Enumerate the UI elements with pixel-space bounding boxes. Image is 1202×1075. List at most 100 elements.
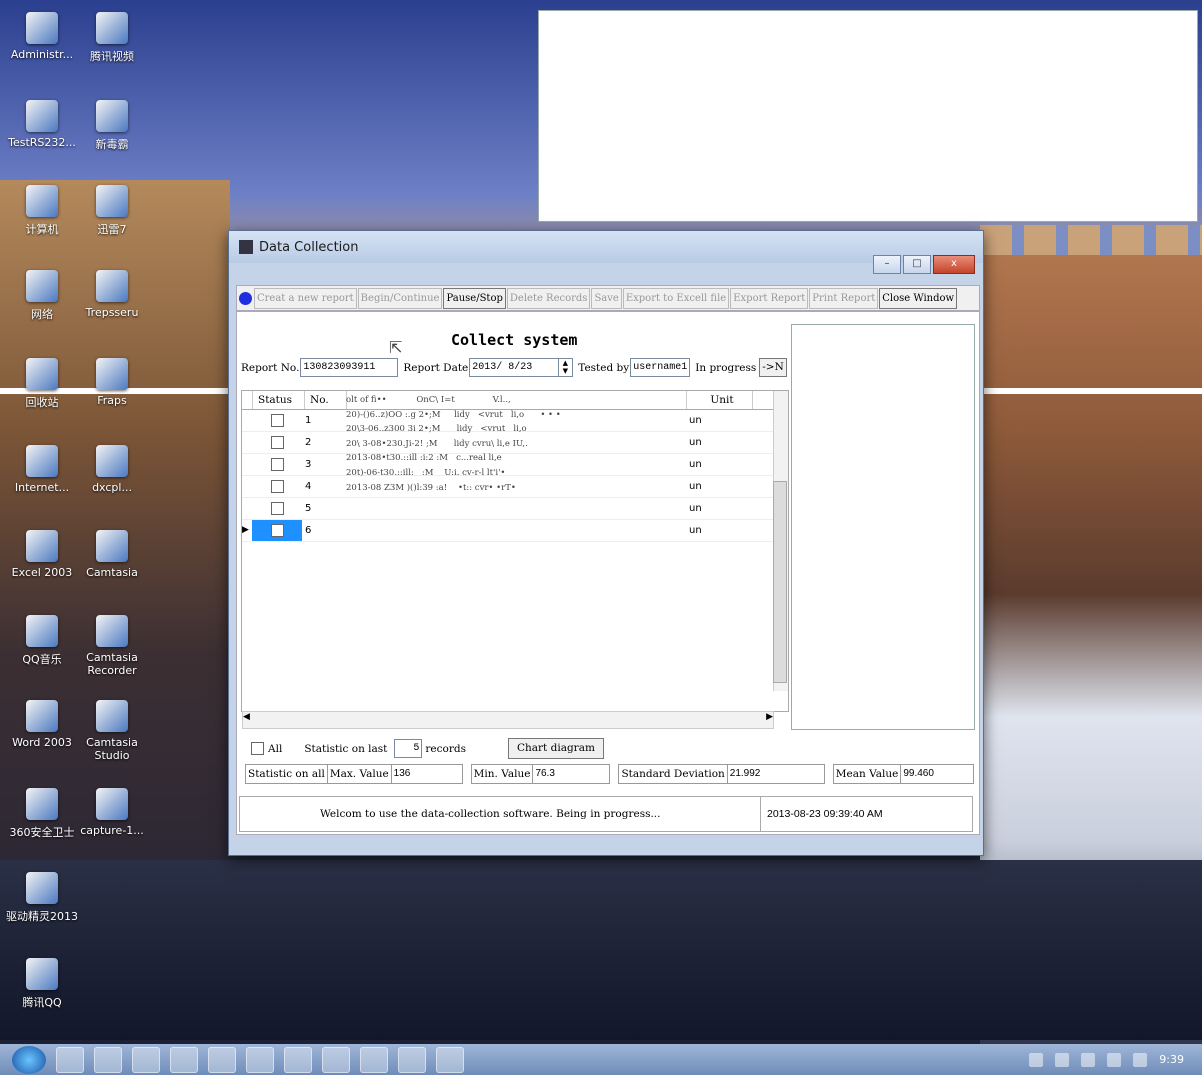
report-date-field[interactable]: 2013/ 8/23	[469, 358, 560, 377]
save-button[interactable]: Save	[591, 287, 622, 309]
desktop-icon-camtasia-studio[interactable]: Camtasia Studio	[70, 700, 154, 762]
horizontal-scrollbar[interactable]: ◀ ▶	[242, 711, 774, 729]
desktop-icon-duba[interactable]: 新毒霸	[70, 100, 154, 152]
report-date-label: Report Date	[403, 361, 469, 374]
desktop-icon-qq[interactable]: 腾讯QQ	[0, 958, 84, 1010]
toolbar: Creat a new report Begin/Continue Pause/…	[236, 285, 980, 311]
keyboard-icon[interactable]	[1029, 1052, 1044, 1067]
app-icon	[239, 240, 253, 254]
ie-taskbar-icon[interactable]	[56, 1046, 84, 1073]
report-no-field[interactable]: 130823093911	[300, 358, 399, 377]
maximize-button[interactable]: □	[903, 255, 931, 274]
word-icon	[26, 700, 58, 732]
camtasia-taskbar-icon[interactable]	[360, 1046, 388, 1073]
progress-next-button[interactable]: ->N	[759, 358, 787, 377]
media-taskbar-icon[interactable]	[132, 1046, 160, 1073]
scroll-right-icon[interactable]: ▶	[766, 712, 773, 722]
desktop-icon-setup[interactable]: Trepsseru	[70, 270, 154, 319]
desktop-icon-tencent-video[interactable]: 腾讯视频	[70, 12, 154, 64]
desktop-icon-thunder[interactable]: 迅雷7	[70, 185, 154, 237]
window-title: Data Collection	[259, 239, 359, 255]
fraps-icon	[96, 358, 128, 390]
network-icon	[26, 270, 58, 302]
statistic-options: All Statistic on last 5 records Chart di…	[251, 738, 604, 759]
tested-by-field[interactable]: username1	[630, 358, 691, 377]
export-excel-button[interactable]: Export to Excell file	[622, 287, 730, 309]
word-taskbar-icon[interactable]	[284, 1046, 312, 1073]
archive-icon	[96, 530, 128, 562]
flag-icon[interactable]	[1081, 1052, 1096, 1067]
row-checkbox[interactable]	[270, 524, 284, 537]
scrollbar-thumb[interactable]	[773, 481, 787, 683]
statistic-all-label: Statistic on all	[245, 764, 328, 784]
shield-icon	[96, 100, 128, 132]
close-button[interactable]: x	[933, 255, 975, 274]
delete-records-button[interactable]: Delete Records	[506, 287, 591, 309]
pause-stop-button[interactable]: Pause/Stop	[443, 287, 506, 309]
row-checkbox[interactable]	[270, 480, 284, 493]
folder-icon	[26, 12, 58, 44]
row-checkbox[interactable]	[270, 458, 284, 471]
scroll-left-icon[interactable]: ◀	[243, 712, 250, 722]
col-no[interactable]: No.	[305, 391, 347, 409]
chart-diagram-button[interactable]: Chart diagram	[507, 738, 604, 759]
archive-icon	[96, 445, 128, 477]
page-title: Collect system	[451, 331, 578, 349]
recycle-bin-icon	[26, 358, 58, 390]
folder-taskbar-icon[interactable]	[94, 1046, 122, 1073]
table-row-selected[interactable]: ▶ 6 un	[242, 520, 788, 542]
desktop-icon-driver[interactable]: 驱动精灵2013	[0, 872, 84, 924]
computer-icon	[26, 185, 58, 217]
client-area: ⇱ Collect system Report No. 130823093911…	[236, 311, 980, 835]
last-count-field[interactable]: 5	[394, 739, 423, 758]
qq-icon	[26, 958, 58, 990]
max-value: 136	[391, 764, 463, 784]
video-taskbar-icon[interactable]	[208, 1046, 236, 1073]
col-unit[interactable]: Unit	[687, 391, 753, 409]
begin-continue-button[interactable]: Begin/Continue	[357, 287, 443, 309]
studio-icon	[96, 700, 128, 732]
table-row[interactable]: 5 un	[242, 498, 788, 520]
desktop-icon-camtasia[interactable]: Camtasia	[70, 530, 154, 579]
row-checkbox[interactable]	[270, 414, 284, 427]
system-tray: 9:39	[1029, 1052, 1184, 1067]
date-spinner-icon[interactable]: ▲ ▼	[558, 358, 574, 377]
tool-taskbar-icon[interactable]	[246, 1046, 274, 1073]
records-label: records	[425, 742, 466, 755]
desktop-icon-capture[interactable]: capture-1...	[70, 788, 154, 837]
export-report-button[interactable]: Export Report	[730, 287, 809, 309]
std-label: Standard Deviation	[618, 764, 728, 784]
browser-icon	[26, 445, 58, 477]
network-icon[interactable]	[1107, 1052, 1122, 1067]
bluetooth-icon[interactable]	[1055, 1052, 1070, 1067]
data-collection-taskbar-icon[interactable]	[436, 1046, 464, 1073]
report-no-label: Report No.	[241, 361, 300, 374]
statistic-values: Statistic on all Max. Value 136 Min. Val…	[245, 764, 975, 784]
desktop-icon-dxcpl[interactable]: dxcpl...	[70, 445, 154, 494]
notes-taskbar-icon[interactable]	[398, 1046, 426, 1073]
volume-icon[interactable]	[1133, 1052, 1148, 1067]
blank-overlay	[538, 10, 1198, 222]
data-collection-window: Data Collection – □ x Creat a new report…	[228, 230, 984, 856]
desktop-battlements	[980, 225, 1202, 255]
row-checkbox[interactable]	[270, 436, 284, 449]
clock[interactable]: 9:39	[1159, 1053, 1184, 1066]
driver-icon	[26, 872, 58, 904]
start-button[interactable]	[12, 1045, 46, 1074]
desktop-icon-camtasia-recorder[interactable]: Camtasia Recorder	[70, 615, 154, 677]
create-report-button[interactable]: Creat a new report	[254, 287, 357, 309]
window-controls: – □ x	[871, 255, 975, 274]
row-checkbox[interactable]	[270, 502, 284, 515]
app-taskbar-icon[interactable]	[170, 1046, 198, 1073]
desktop-icon-fraps[interactable]: Fraps	[70, 358, 154, 407]
all-checkbox[interactable]	[251, 742, 264, 755]
vertical-scrollbar[interactable]	[773, 391, 788, 691]
report-panel: ⇱ Collect system Report No. 130823093911…	[239, 324, 789, 730]
title-bar[interactable]: Data Collection	[229, 231, 983, 263]
col-status[interactable]: Status	[253, 391, 305, 409]
print-report-button[interactable]: Print Report	[809, 287, 879, 309]
minimize-button[interactable]: –	[873, 255, 901, 274]
mean-value: 99.460	[901, 764, 975, 784]
close-window-button[interactable]: Close Window	[879, 287, 958, 309]
window-taskbar-icon[interactable]	[322, 1046, 350, 1073]
